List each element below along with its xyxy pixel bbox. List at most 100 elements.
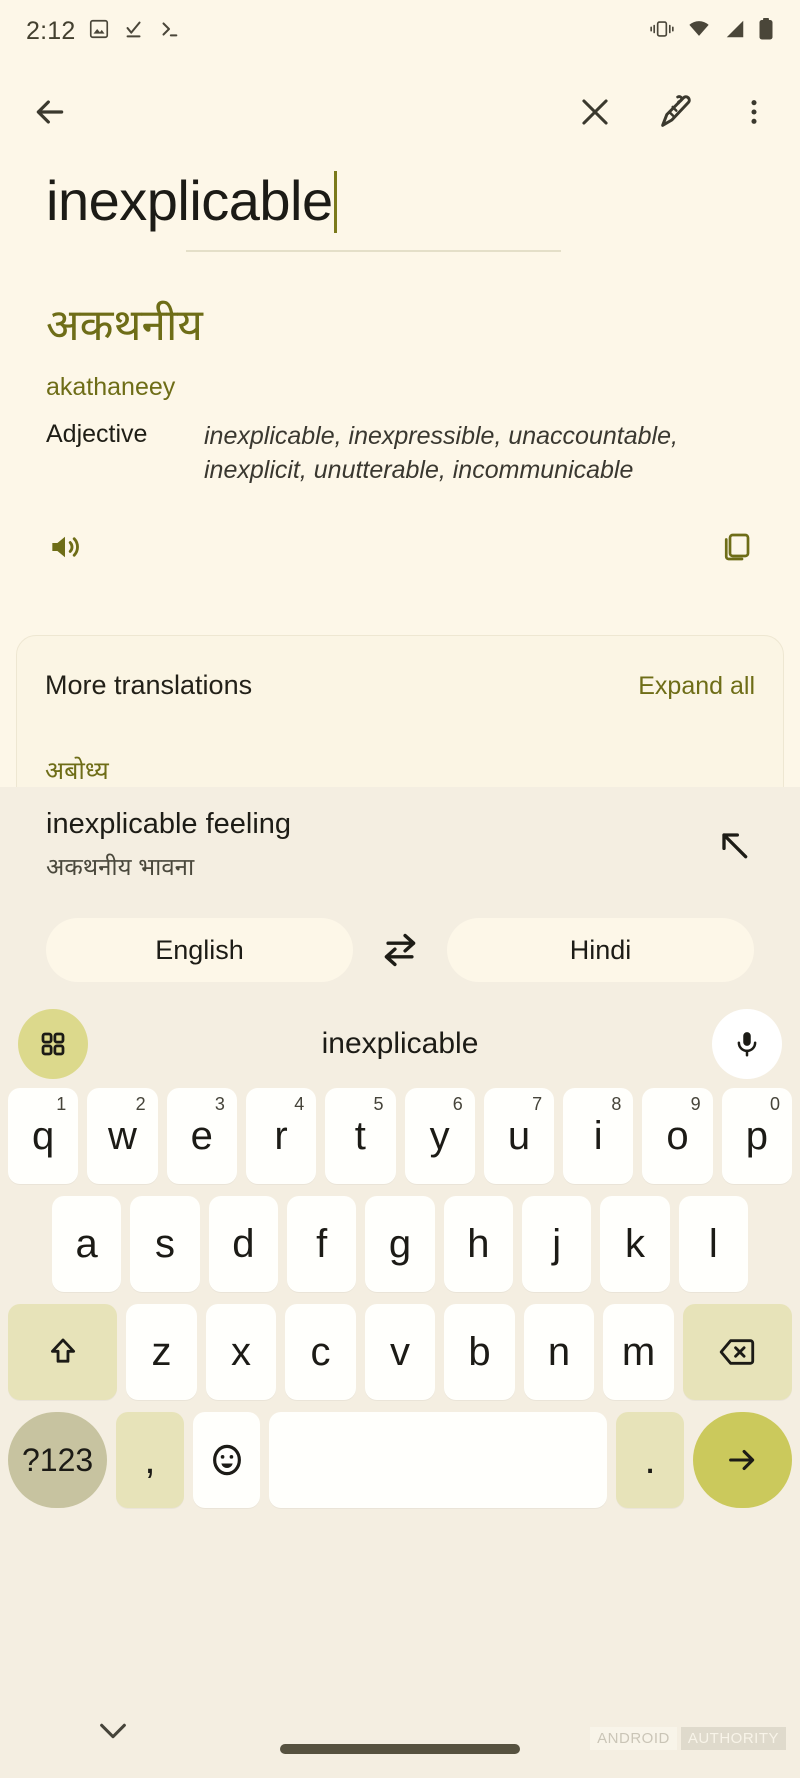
source-input[interactable]: inexplicable [46, 168, 333, 234]
source-language-button[interactable]: English [46, 918, 353, 982]
text-caret [333, 171, 337, 233]
phrase-suggestion-texts: inexplicable feeling अकथनीय भावना [46, 807, 291, 883]
key-w[interactable]: 2w [87, 1088, 158, 1184]
key-superscript: 6 [452, 1094, 463, 1114]
key-superscript: 1 [56, 1094, 67, 1114]
key-label: q [32, 1113, 55, 1158]
status-time: 2:12 [26, 16, 76, 45]
key-y[interactable]: 6y [404, 1088, 475, 1184]
key-label: o [666, 1113, 689, 1158]
key-label: t [354, 1113, 366, 1158]
key-g[interactable]: g [365, 1196, 435, 1292]
navigation-bar: ANDROID AUTHORITY [0, 1686, 800, 1778]
handwriting-icon[interactable] [656, 92, 696, 132]
home-indicator[interactable] [280, 1744, 520, 1754]
key-r[interactable]: 4r [245, 1088, 317, 1184]
watermark: ANDROID AUTHORITY [590, 1727, 786, 1750]
key-q[interactable]: 1q [8, 1088, 79, 1184]
key-label: i [593, 1113, 603, 1158]
keyboard-suggestion-word[interactable]: inexplicable [0, 1027, 800, 1061]
symbols-key[interactable]: ?123 [8, 1412, 108, 1508]
input-underline [186, 250, 561, 253]
emoji-key[interactable] [192, 1412, 261, 1508]
part-of-speech-row: Adjective inexplicable, inexpressible, u… [46, 420, 754, 488]
key-k[interactable]: k [600, 1196, 670, 1292]
part-of-speech-label: Adjective [46, 420, 148, 448]
watermark-authority: AUTHORITY [680, 1727, 786, 1750]
hide-keyboard-icon[interactable] [96, 1718, 130, 1749]
key-x[interactable]: x [205, 1304, 277, 1400]
keyboard-row-3: zxcvbnm [0, 1304, 800, 1400]
keyboard-row-1: 1q2w3e4r5t6y7u8i9o0p [0, 1088, 800, 1184]
app-bar-actions [576, 92, 770, 132]
key-n[interactable]: n [523, 1304, 595, 1400]
key-v[interactable]: v [364, 1304, 436, 1400]
key-z[interactable]: z [126, 1304, 197, 1400]
expand-all-button[interactable]: Expand all [638, 672, 755, 701]
shift-key[interactable] [7, 1304, 118, 1400]
backspace-key[interactable] [682, 1304, 793, 1400]
key-u[interactable]: 7u [483, 1088, 555, 1184]
microphone-icon[interactable] [712, 1009, 782, 1079]
key-f[interactable]: f [287, 1196, 357, 1292]
key-superscript: 9 [690, 1094, 701, 1114]
phrase-suggestion[interactable]: inexplicable feeling अकथनीय भावना [0, 787, 800, 900]
battery-icon [758, 17, 774, 46]
copy-icon[interactable] [718, 529, 754, 565]
key-label: p [745, 1113, 768, 1158]
enter-key[interactable] [692, 1412, 792, 1508]
phrase-source: inexplicable feeling [46, 808, 292, 840]
key-b[interactable]: b [444, 1304, 515, 1400]
key-p[interactable]: 0p [721, 1088, 792, 1184]
keyboard-switcher-icon[interactable] [18, 1009, 88, 1079]
download-done-icon [123, 18, 145, 45]
comma-key[interactable]: , [116, 1412, 184, 1508]
watermark-android: ANDROID [590, 1727, 677, 1750]
translated-word: अकथनीय [46, 301, 203, 350]
period-key[interactable]: . [616, 1412, 684, 1508]
key-o[interactable]: 9o [642, 1088, 713, 1184]
key-superscript: 7 [532, 1094, 543, 1114]
clear-icon[interactable] [576, 93, 614, 131]
key-label: e [190, 1113, 213, 1158]
transliteration: akathaneey [46, 373, 176, 401]
speaker-icon[interactable] [46, 528, 84, 566]
status-bar-left: 2:12 [26, 17, 180, 46]
target-language-button[interactable]: Hindi [447, 918, 754, 982]
key-superscript: 5 [373, 1094, 384, 1114]
key-t[interactable]: 5t [325, 1088, 396, 1184]
key-h[interactable]: h [443, 1196, 513, 1292]
swap-languages-icon[interactable] [369, 933, 431, 967]
key-c[interactable]: c [285, 1304, 356, 1400]
key-s[interactable]: s [130, 1196, 200, 1292]
wifi-icon [686, 18, 712, 45]
phrase-translation: अकथनीय भावना [46, 853, 195, 881]
phone-screen: 2:12 inexplicable अकथनीय akathaneey Adje… [0, 0, 800, 1778]
more-options-icon[interactable] [738, 94, 770, 130]
key-superscript: 3 [214, 1094, 225, 1114]
key-superscript: 4 [294, 1094, 305, 1114]
key-d[interactable]: d [208, 1196, 278, 1292]
status-bar-right [649, 17, 774, 46]
source-text-area[interactable]: inexplicable [0, 168, 800, 253]
key-m[interactable]: m [603, 1304, 674, 1400]
key-label: y [429, 1113, 450, 1158]
key-i[interactable]: 8i [563, 1088, 634, 1184]
translation-result: अकथनीय akathaneey Adjective inexplicable… [0, 298, 800, 488]
space-key[interactable] [269, 1412, 608, 1508]
back-button[interactable] [30, 92, 70, 132]
key-e[interactable]: 3e [166, 1088, 237, 1184]
keyboard-row-2: asdfghjkl [0, 1196, 800, 1292]
key-superscript: 8 [611, 1094, 622, 1114]
more-translation-item[interactable]: अबोध्य [45, 753, 755, 787]
vibrate-icon [649, 18, 675, 45]
more-translations-card[interactable]: More translations Expand all अबोध्य [16, 635, 784, 795]
key-superscript: 2 [135, 1094, 146, 1114]
app-bar [0, 62, 800, 162]
terminal-icon [158, 18, 180, 45]
key-a[interactable]: a [52, 1196, 122, 1292]
more-translations-title: More translations [45, 670, 253, 700]
key-l[interactable]: l [678, 1196, 748, 1292]
arrow-up-left-icon[interactable] [714, 825, 754, 870]
key-j[interactable]: j [521, 1196, 592, 1292]
